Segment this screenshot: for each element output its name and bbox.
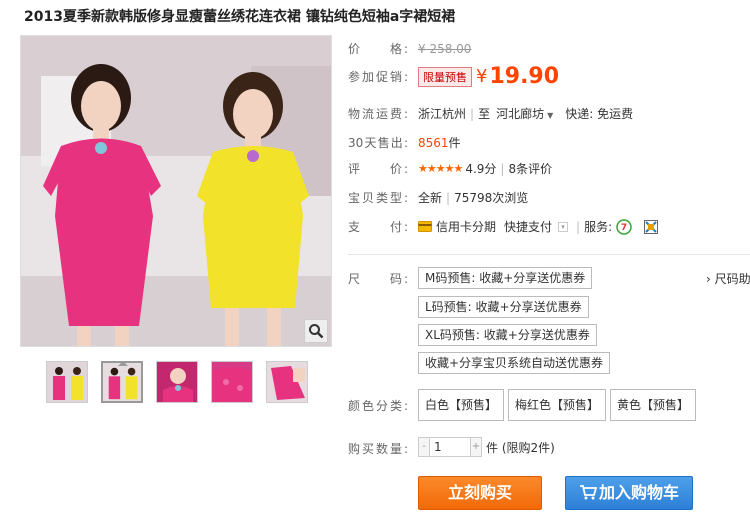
size-guide-link[interactable]: › 尺码助 <box>706 270 750 287</box>
quantity-stepper: - 1 + 件 (限购2件) <box>418 437 555 457</box>
size-option-l[interactable]: L码预售: 收藏+分享送优惠券 <box>418 296 589 318</box>
sales-label: 30天售出: <box>348 136 408 150</box>
zoom-button[interactable] <box>304 319 328 343</box>
magnifier-icon <box>309 324 324 339</box>
rating-label: 评 价: <box>348 162 408 176</box>
color-option-yellow[interactable]: 黄色【预售】 <box>610 389 697 421</box>
cart-icon <box>579 485 598 500</box>
size-option-xl[interactable]: XL码预售: 收藏+分享送优惠券 <box>418 324 597 346</box>
promo-label: 参加促销: <box>348 70 408 84</box>
payment-label: 支 付: <box>348 220 408 234</box>
rating-score: 4.9分 <box>465 162 497 176</box>
view-count: 75798次浏览 <box>454 191 529 205</box>
shipping-label: 物流运费: <box>348 107 408 121</box>
color-option-white[interactable]: 白色【预售】 <box>418 389 505 421</box>
sales-unit: 件 <box>448 136 461 150</box>
payment-row: 支 付: 信用卡分期 快捷支付 ▾ | 服务: 7 <box>348 218 659 235</box>
seven-day-return-icon[interactable]: 7 <box>616 218 632 235</box>
thumbnail-strip <box>46 361 308 403</box>
color-row: 颜色分类: <box>348 397 408 414</box>
presale-badge: 限量预售 <box>418 66 472 87</box>
thumbnail-4[interactable] <box>211 361 253 403</box>
size-option-m[interactable]: M码预售: 收藏+分享送优惠券 <box>418 267 593 289</box>
chevron-down-icon: ▼ <box>547 111 554 120</box>
thumbnail-2[interactable] <box>101 361 143 403</box>
service-label: 服务: <box>584 220 613 234</box>
quantity-row: 购买数量: <box>348 440 408 457</box>
product-photo <box>21 36 331 346</box>
add-to-cart-button[interactable]: 加入购物车 <box>565 476 693 510</box>
rating-row: 评 价: ★★★★★ 4.9分 | 8条评价 <box>348 160 553 177</box>
color-label: 颜色分类: <box>348 399 408 413</box>
color-option-plum[interactable]: 梅红色【预售】 <box>508 389 607 421</box>
buy-now-button[interactable]: 立刻购买 <box>418 476 542 510</box>
credit-installment[interactable]: 信用卡分期 <box>436 218 496 235</box>
item-condition: 全新 <box>418 191 443 205</box>
quantity-plus-button[interactable]: + <box>470 437 482 457</box>
product-title: 2013夏季新款韩版修身显瘦蕾丝绣花连衣裙 镶钻纯色短袖a字裙短裙 <box>24 9 456 25</box>
ship-from: 浙江杭州 <box>418 107 467 121</box>
thumbnail-1[interactable] <box>46 361 88 403</box>
type-label: 宝贝类型: <box>348 191 408 205</box>
promo-row: 参加促销: 限量预售 ¥ 19.90 <box>348 64 559 89</box>
add-to-cart-label: 加入购物车 <box>598 483 679 502</box>
price-row: 价 格: ¥ 258.00 <box>348 40 471 57</box>
section-divider <box>348 254 750 255</box>
shipping-row: 物流运费: 浙江杭州 | 至 河北廊坊 ▼ 快递: 免运费 <box>348 105 634 122</box>
quantity-unit: 件 (限购2件) <box>486 440 555 455</box>
type-row: 宝贝类型: 全新 | 75798次浏览 <box>348 190 529 206</box>
sales-row: 30天售出: 8561 件 <box>348 134 461 151</box>
size-row: 尺 码: <box>348 270 408 287</box>
quick-pay[interactable]: 快捷支付 <box>504 218 552 235</box>
promo-price: 19.90 <box>489 64 560 89</box>
guarantee-icon[interactable] <box>644 219 659 234</box>
quantity-minus-button[interactable]: - <box>418 437 430 457</box>
quantity-label: 购买数量: <box>348 442 408 456</box>
original-price: ¥ 258.00 <box>418 41 472 56</box>
price-label: 价 格: <box>348 42 408 56</box>
main-product-image[interactable] <box>20 35 332 347</box>
star-rating-icon: ★★★★★ <box>418 162 463 175</box>
size-label: 尺 码: <box>348 272 408 286</box>
thumbnail-3[interactable] <box>156 361 198 403</box>
payment-dropdown-icon[interactable]: ▾ <box>558 221 569 232</box>
ship-to-prefix: 至 <box>478 107 491 121</box>
svg-text:7: 7 <box>621 223 627 233</box>
ship-to-selector[interactable]: 河北廊坊 ▼ <box>496 105 553 122</box>
review-count-link[interactable]: 8条评价 <box>508 160 552 177</box>
quantity-input[interactable]: 1 <box>430 437 470 457</box>
sales-count: 8561 <box>418 135 449 150</box>
size-option-coupon[interactable]: 收藏+分享宝贝系统自动送优惠券 <box>418 352 611 374</box>
ship-to: 河北廊坊 <box>496 107 545 121</box>
thumbnail-5[interactable] <box>266 361 308 403</box>
credit-card-icon <box>418 221 432 232</box>
currency-symbol: ¥ <box>476 66 488 87</box>
express-fee: 快递: 免运费 <box>565 107 634 121</box>
